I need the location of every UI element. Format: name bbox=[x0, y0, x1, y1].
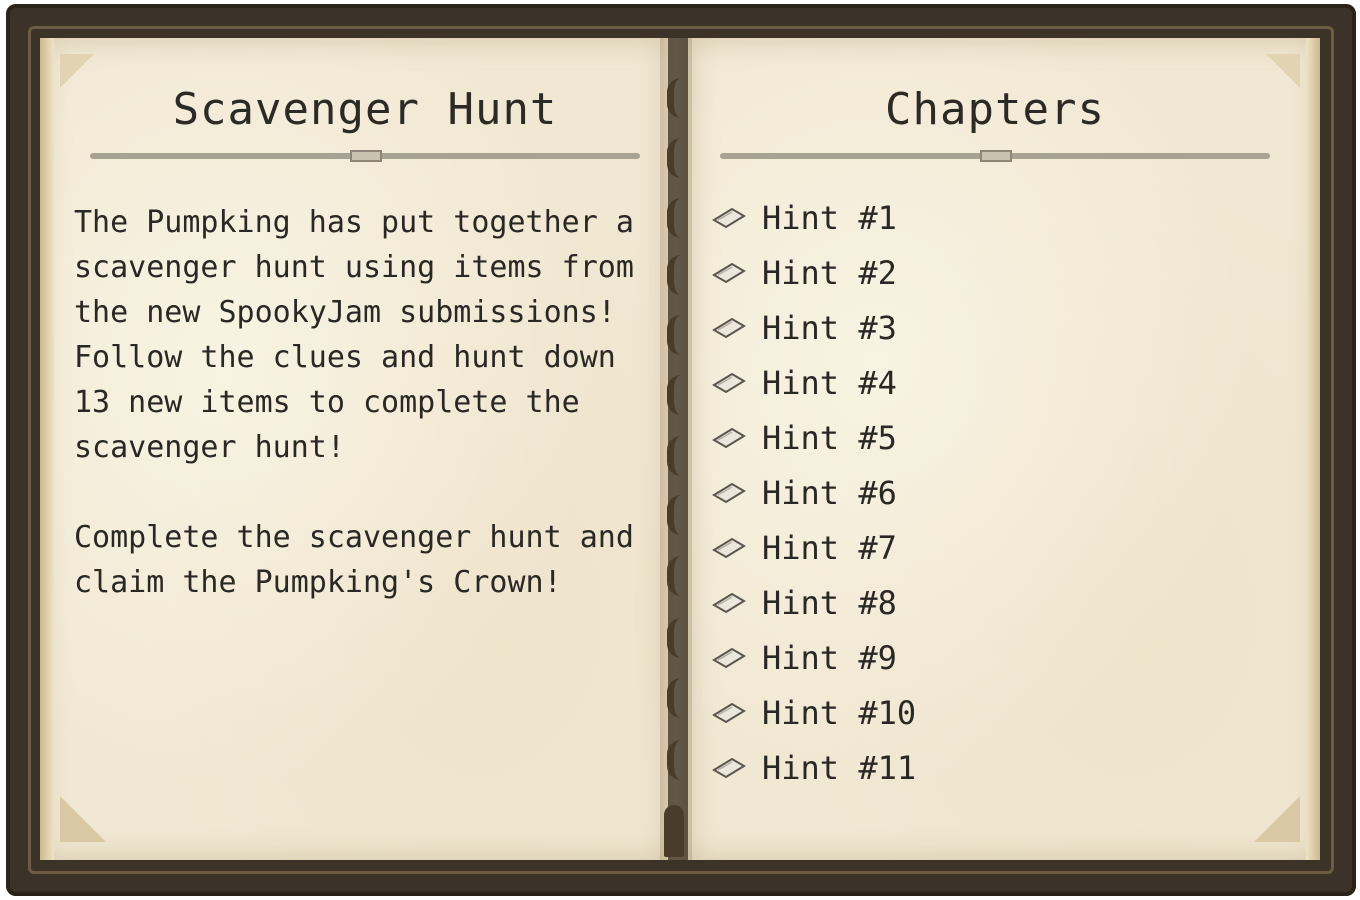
chapters-title: Chapters bbox=[885, 84, 1105, 135]
corner-ornament-top-left bbox=[60, 54, 94, 88]
spine-ring bbox=[667, 618, 688, 658]
spine-ring bbox=[667, 740, 688, 780]
paper-icon bbox=[712, 700, 746, 726]
spine-ring bbox=[667, 678, 688, 718]
chapter-label: Hint #9 bbox=[762, 638, 897, 677]
chapter-label: Hint #11 bbox=[762, 748, 917, 787]
paper-icon bbox=[712, 370, 746, 396]
spine-ring bbox=[667, 436, 688, 476]
paper-icon bbox=[712, 645, 746, 671]
chapter-label: Hint #6 bbox=[762, 473, 897, 512]
chapter-label: Hint #7 bbox=[762, 528, 897, 567]
chapter-item-hint-6[interactable]: Hint #6 bbox=[712, 465, 916, 520]
chapter-item-hint-10[interactable]: Hint #10 bbox=[712, 685, 916, 740]
spine-ring bbox=[667, 556, 688, 596]
chapter-item-hint-4[interactable]: Hint #4 bbox=[712, 355, 916, 410]
chapter-item-hint-8[interactable]: Hint #8 bbox=[712, 575, 916, 630]
chapter-label: Hint #5 bbox=[762, 418, 897, 457]
chapter-label: Hint #2 bbox=[762, 253, 897, 292]
chapter-item-hint-9[interactable]: Hint #9 bbox=[712, 630, 916, 685]
corner-ornament-top-right bbox=[1266, 54, 1300, 88]
intro-paragraph: Complete the scavenger hunt and claim th… bbox=[74, 520, 634, 600]
paper-icon bbox=[712, 205, 746, 231]
divider-gem bbox=[980, 150, 1012, 162]
chapter-label: Hint #8 bbox=[762, 583, 897, 622]
paper-icon bbox=[712, 755, 746, 781]
paper-icon bbox=[712, 425, 746, 451]
paper-icon bbox=[712, 590, 746, 616]
spine-ring bbox=[667, 78, 688, 118]
spine-ring bbox=[667, 315, 688, 355]
chapter-item-hint-5[interactable]: Hint #5 bbox=[712, 410, 916, 465]
intro-paragraph: The Pumpking has put together a scavenge… bbox=[74, 205, 634, 465]
paper-icon bbox=[712, 260, 746, 286]
chapter-item-hint-2[interactable]: Hint #2 bbox=[712, 245, 916, 300]
right-title-divider bbox=[720, 150, 1270, 162]
spine-ring bbox=[667, 495, 688, 535]
chapter-item-hint-1[interactable]: Hint #1 bbox=[712, 190, 916, 245]
paper-icon bbox=[712, 480, 746, 506]
left-title-divider bbox=[90, 150, 640, 162]
spine-ring bbox=[667, 255, 688, 295]
corner-ornament-bottom-right bbox=[1254, 796, 1300, 842]
chapter-label: Hint #3 bbox=[762, 308, 897, 347]
divider-gem bbox=[350, 150, 382, 162]
spine-ring bbox=[667, 138, 688, 178]
right-page-edge bbox=[1306, 38, 1320, 860]
left-page-edge bbox=[40, 38, 54, 860]
chapter-item-hint-3[interactable]: Hint #3 bbox=[712, 300, 916, 355]
chapter-item-hint-7[interactable]: Hint #7 bbox=[712, 520, 916, 575]
intro-text: The Pumpking has put together a scavenge… bbox=[74, 200, 654, 605]
corner-ornament-bottom-left bbox=[60, 796, 106, 842]
spine-ring bbox=[667, 198, 688, 238]
spine-clasp bbox=[664, 805, 684, 857]
chapter-label: Hint #1 bbox=[762, 198, 897, 237]
chapter-label: Hint #4 bbox=[762, 363, 897, 402]
spine-ring bbox=[667, 375, 688, 415]
chapter-list: Hint #1 Hint #2 Hint #3 Hint #4 Hint #5 … bbox=[712, 190, 916, 795]
left-page-title: Scavenger Hunt bbox=[172, 84, 558, 135]
paper-icon bbox=[712, 315, 746, 341]
paper-icon bbox=[712, 535, 746, 561]
chapter-label: Hint #10 bbox=[762, 693, 917, 732]
chapter-item-hint-11[interactable]: Hint #11 bbox=[712, 740, 916, 795]
